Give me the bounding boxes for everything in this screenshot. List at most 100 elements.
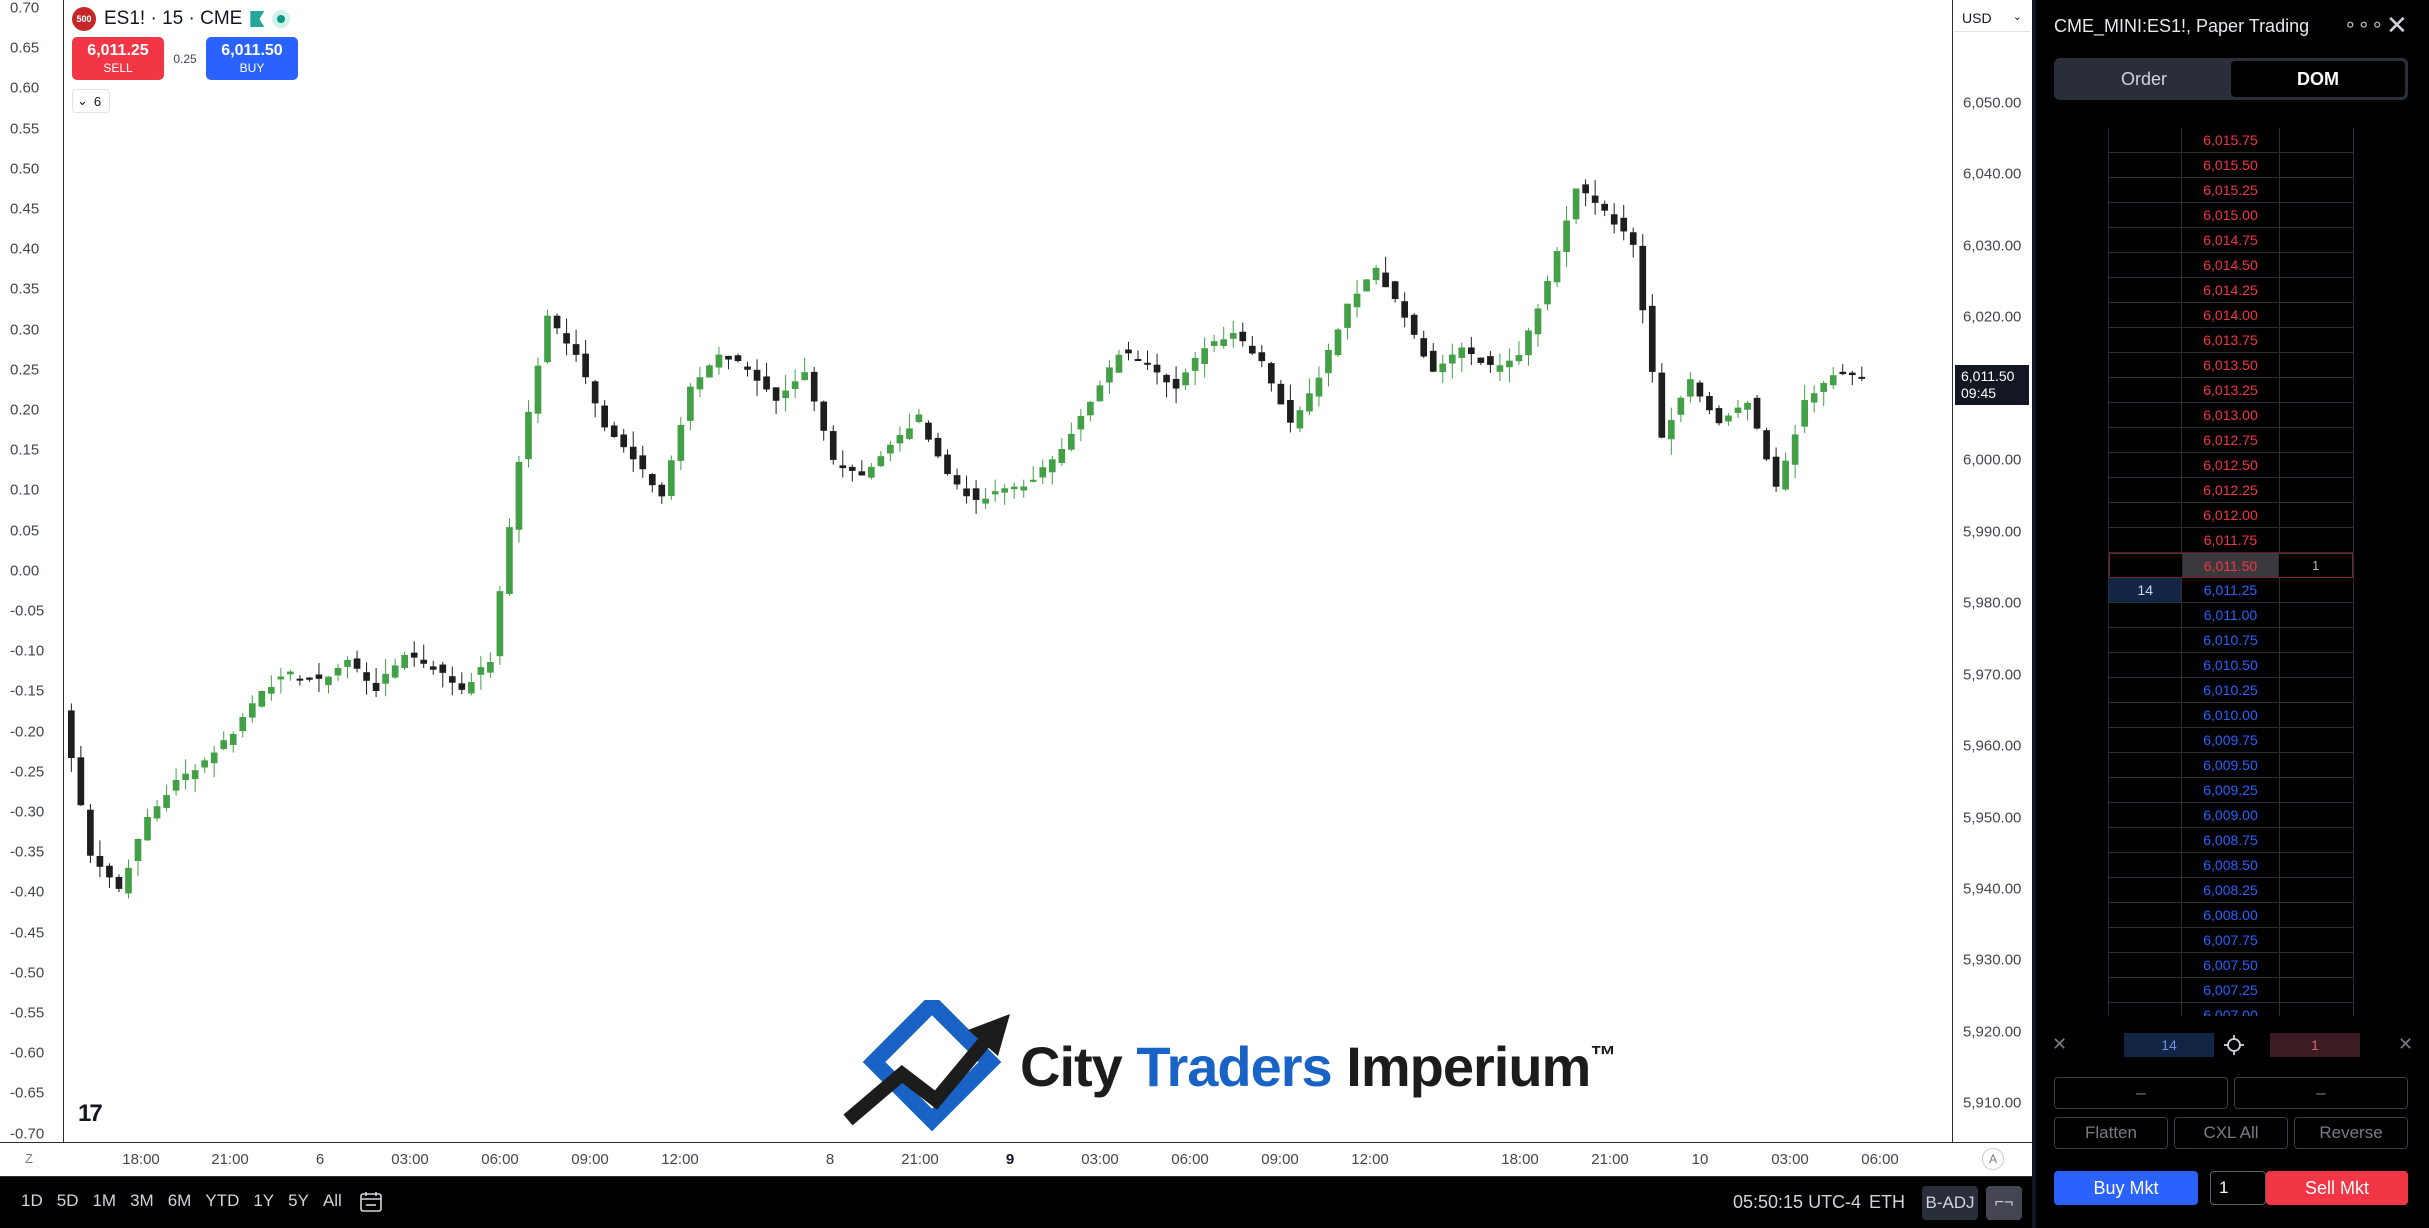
sell-market-button[interactable]: Sell Mkt — [2266, 1171, 2408, 1205]
dom-row[interactable]: 6,013.50 — [2109, 353, 2353, 378]
dom-row[interactable]: 6,014.50 — [2109, 253, 2353, 278]
dom-row[interactable]: 6,008.25 — [2109, 878, 2353, 903]
buy-market-button[interactable]: Buy Mkt — [2054, 1171, 2198, 1205]
cancel-bids-icon[interactable]: ✕ — [2052, 1034, 2067, 1055]
calendar-range-icon[interactable] — [358, 1190, 384, 1214]
dom-ask-cell[interactable] — [2280, 803, 2353, 827]
dom-row[interactable]: 6,015.75 — [2109, 128, 2353, 153]
currency-selector[interactable]: USD ⌄ — [1954, 4, 2030, 32]
dom-ask-cell[interactable] — [2280, 653, 2353, 677]
dom-row[interactable]: 6,012.50 — [2109, 453, 2353, 478]
dom-row[interactable]: 6,009.00 — [2109, 803, 2353, 828]
dom-bid-cell[interactable] — [2109, 678, 2183, 702]
dom-row[interactable]: 6,007.50 — [2109, 953, 2353, 978]
dom-ask-cell[interactable] — [2280, 478, 2353, 502]
range-button-1d[interactable]: 1D — [14, 1191, 50, 1211]
dom-bid-cell[interactable] — [2109, 428, 2183, 452]
dom-bid-cell[interactable] — [2109, 528, 2183, 552]
dom-ask-cell[interactable] — [2280, 228, 2353, 252]
dom-bid-cell[interactable] — [2109, 628, 2183, 652]
dom-bid-cell[interactable] — [2109, 503, 2183, 527]
dom-bid-cell[interactable] — [2109, 378, 2183, 402]
ask-side-button[interactable]: – — [2234, 1077, 2408, 1109]
dom-bid-cell[interactable] — [2109, 228, 2183, 252]
dom-ask-cell[interactable] — [2280, 878, 2353, 902]
symbol-title[interactable]: ES1! · 15 · CME — [104, 8, 242, 30]
flatten-button[interactable]: Flatten — [2054, 1117, 2168, 1149]
dom-ask-cell[interactable] — [2280, 728, 2353, 752]
range-button-1y[interactable]: 1Y — [246, 1191, 281, 1211]
dom-ask-cell[interactable] — [2280, 203, 2353, 227]
dom-row[interactable]: 6,014.00 — [2109, 303, 2353, 328]
auto-scale-button[interactable]: A — [1982, 1148, 2004, 1170]
dom-row[interactable]: 6,010.25 — [2109, 678, 2353, 703]
dom-row[interactable]: 6,015.00 — [2109, 203, 2353, 228]
dom-row[interactable]: 6,007.00 — [2109, 1003, 2353, 1016]
sell-button[interactable]: 6,011.25 SELL — [72, 37, 164, 80]
dom-ask-cell[interactable] — [2280, 1003, 2353, 1016]
dom-bid-cell[interactable]: 14 — [2109, 578, 2183, 602]
reverse-button[interactable]: Reverse — [2294, 1117, 2408, 1149]
dom-row[interactable]: 6,010.50 — [2109, 653, 2353, 678]
dom-row[interactable]: 6,013.25 — [2109, 378, 2353, 403]
center-ladder-icon[interactable] — [2222, 1033, 2246, 1057]
symbol-legend[interactable]: 500 ES1! · 15 · CME — [72, 6, 291, 32]
chart-area[interactable]: 0.70 0.65 0.60 0.55 0.50 0.45 0.40 0.35 0.30 0.25… — [0, 0, 2032, 1176]
dom-row[interactable]: 6,011.75 — [2109, 528, 2353, 553]
dom-bid-cell[interactable] — [2109, 278, 2183, 302]
indicators-toggle-button[interactable]: ⌄ 6 — [72, 89, 110, 113]
dom-ask-cell[interactable] — [2280, 603, 2353, 627]
dom-ask-cell[interactable] — [2280, 128, 2353, 152]
dom-row[interactable]: 6,009.50 — [2109, 753, 2353, 778]
dom-row[interactable]: 6,015.50 — [2109, 153, 2353, 178]
dom-ladder[interactable]: 6,015.75 6,015.50 6,015.25 6,015.00 6,014.75… — [2108, 128, 2354, 1016]
dom-ask-cell[interactable] — [2280, 178, 2353, 202]
dom-ask-cell[interactable] — [2280, 628, 2353, 652]
buy-button[interactable]: 6,011.50 BUY — [206, 37, 298, 80]
dom-bid-cell[interactable] — [2109, 453, 2183, 477]
dom-ask-cell[interactable] — [2280, 678, 2353, 702]
dom-row[interactable]: 6,013.75 — [2109, 328, 2353, 353]
dom-row[interactable]: 14 6,011.25 — [2109, 578, 2353, 603]
back-adjust-button[interactable]: B-ADJ — [1922, 1186, 1978, 1220]
dom-row[interactable]: 6,010.00 — [2109, 703, 2353, 728]
session-toggle[interactable]: ETH — [1869, 1192, 1905, 1213]
dom-bid-cell[interactable] — [2110, 554, 2183, 577]
dom-row[interactable]: 6,008.00 — [2109, 903, 2353, 928]
dom-bid-cell[interactable] — [2109, 178, 2183, 202]
dom-bid-cell[interactable] — [2109, 728, 2183, 752]
dom-ask-cell[interactable] — [2280, 953, 2353, 977]
market-status-icon[interactable] — [272, 10, 291, 28]
dom-ask-cell[interactable] — [2280, 528, 2353, 552]
quantity-input[interactable]: 1 — [2210, 1171, 2266, 1205]
dom-ask-cell[interactable] — [2280, 378, 2353, 402]
close-icon[interactable]: ✕ — [2386, 10, 2408, 41]
dom-ask-cell[interactable] — [2280, 503, 2353, 527]
dom-row[interactable]: 6,014.25 — [2109, 278, 2353, 303]
dom-bid-cell[interactable] — [2109, 828, 2183, 852]
range-button-all[interactable]: All — [316, 1191, 349, 1211]
dom-row[interactable]: 6,012.25 — [2109, 478, 2353, 503]
tab-dom[interactable]: DOM — [2231, 61, 2405, 97]
range-button-1m[interactable]: 1M — [85, 1191, 123, 1211]
dom-bid-cell[interactable] — [2109, 903, 2183, 927]
range-button-6m[interactable]: 6M — [161, 1191, 199, 1211]
timezone-toggle[interactable]: Z — [25, 1151, 33, 1166]
dom-ask-cell[interactable] — [2280, 853, 2353, 877]
dom-bid-cell[interactable] — [2109, 853, 2183, 877]
time-axis[interactable]: Z A 18:00 21:00 6 03:00 06:00 09:00 12:00 8 21:0… — [0, 1142, 2032, 1176]
dom-bid-cell[interactable] — [2109, 603, 2183, 627]
dom-row[interactable]: 6,011.00 — [2109, 603, 2353, 628]
dom-ask-cell[interactable] — [2280, 278, 2353, 302]
chart-plot[interactable] — [64, 0, 1952, 1142]
clock-timezone[interactable]: 05:50:15 UTC-4 — [1733, 1192, 1861, 1213]
dom-row[interactable]: 6,009.75 — [2109, 728, 2353, 753]
dom-bid-cell[interactable] — [2109, 778, 2183, 802]
dom-bid-cell[interactable] — [2109, 128, 2183, 152]
dom-ask-cell[interactable] — [2280, 328, 2353, 352]
dom-ask-cell[interactable] — [2280, 303, 2353, 327]
dom-ask-cell[interactable] — [2280, 828, 2353, 852]
dom-ask-cell[interactable] — [2280, 428, 2353, 452]
dom-bid-cell[interactable] — [2109, 753, 2183, 777]
dom-bid-cell[interactable] — [2109, 303, 2183, 327]
